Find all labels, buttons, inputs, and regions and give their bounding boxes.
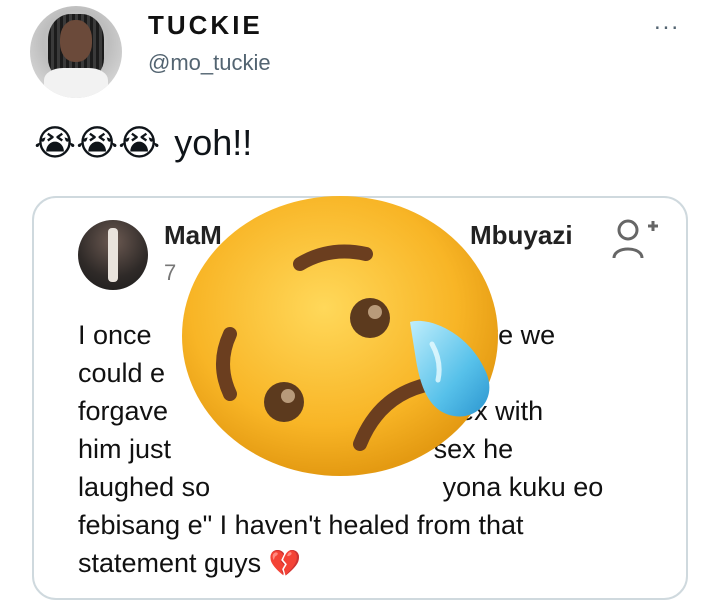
author-avatar[interactable]: [30, 6, 122, 98]
avatar-face: [60, 20, 92, 62]
add-friend-icon[interactable]: [610, 216, 660, 262]
author-handle[interactable]: @mo_tuckie: [148, 50, 271, 76]
broken-heart-icon: 💔: [268, 549, 301, 579]
tweet-text: 😭😭😭 yoh!!: [34, 122, 252, 164]
more-options-icon[interactable]: ...: [654, 8, 680, 36]
avatar-shirt: [44, 68, 108, 98]
crying-emoji-icon: 😭😭😭: [34, 122, 161, 164]
post-line-last: statement guys 💔: [78, 544, 638, 582]
post-line: febisang e" I haven't healed from that: [78, 510, 524, 540]
author-name[interactable]: TUCKIE: [148, 10, 263, 41]
post-line-text: statement guys: [78, 548, 262, 578]
avatar-figure: [108, 228, 118, 282]
sad-tear-emoji-icon: [182, 196, 498, 476]
quoted-avatar[interactable]: [78, 220, 148, 290]
tweet-message: yoh!!: [174, 122, 253, 163]
